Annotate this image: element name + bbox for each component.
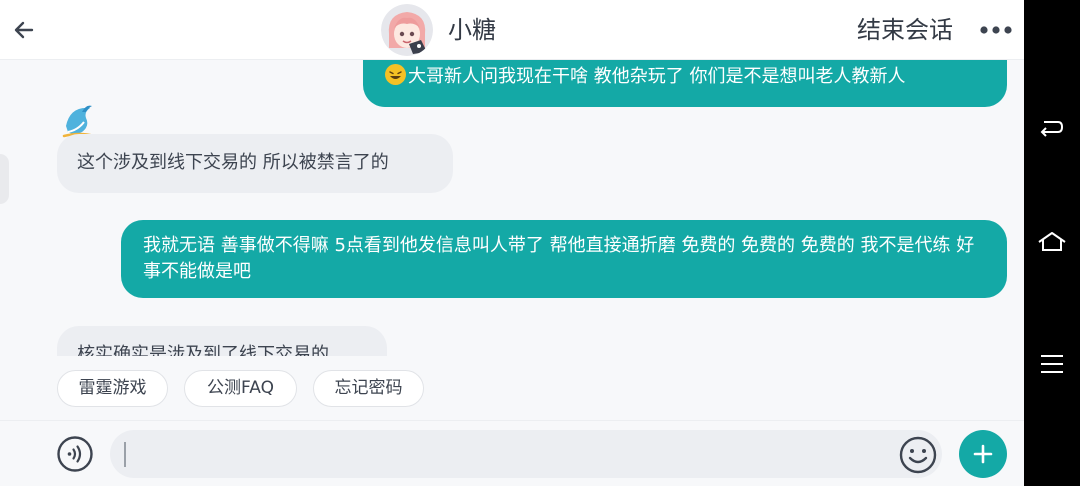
- message-list[interactable]: 大哥新人问我现在干啥 教他杂玩了 你们是不是想叫老人教新人 这个涉及到线下交易的…: [0, 60, 1024, 356]
- back-button[interactable]: [8, 14, 40, 46]
- emoji-button[interactable]: [898, 435, 938, 475]
- message-bubble-incoming[interactable]: 核实确实是涉及到了线下交易的: [57, 326, 387, 356]
- chat-header: 小糖 结束会话: [0, 0, 1024, 60]
- message-bubble-outgoing[interactable]: 大哥新人问我现在干啥 教他杂玩了 你们是不是想叫老人教新人: [363, 60, 1007, 107]
- message-text: 我就无语 善事做不得嘛 5点看到他发信息叫人带了 帮他直接通折磨 免费的 免费的…: [143, 235, 975, 282]
- arrow-left-icon: [14, 21, 34, 39]
- quick-reply-chip[interactable]: 忘记密码: [313, 370, 424, 407]
- nav-back-icon: [1040, 121, 1064, 137]
- nav-menu-button[interactable]: [1036, 348, 1068, 380]
- text-caret: [124, 442, 126, 467]
- attach-plus-button[interactable]: [959, 430, 1007, 478]
- smiley-icon: [899, 436, 937, 474]
- quick-reply-bar: 雷霆游戏 公测FAQ 忘记密码: [0, 356, 1024, 420]
- system-nav-bar: [1024, 0, 1080, 486]
- rofl-emoji-icon: [385, 64, 406, 85]
- nav-home-button[interactable]: [1036, 226, 1068, 258]
- message-input[interactable]: [110, 430, 942, 478]
- message-text: 这个涉及到线下交易的 所以被禁言了的: [77, 152, 389, 173]
- quick-reply-chip[interactable]: 公测FAQ: [184, 370, 297, 407]
- voice-wave-icon: [57, 436, 93, 472]
- nav-home-icon: [1038, 232, 1066, 251]
- agent-avatar[interactable]: [381, 4, 433, 56]
- chat-app: 小糖 结束会话 大哥新人问我现在干啥 教他杂玩了 你们是不是想叫老人教新人 这个…: [0, 0, 1024, 486]
- agent-name: 小糖: [448, 16, 496, 44]
- end-chat-button[interactable]: 结束会话: [857, 14, 953, 46]
- voice-input-button[interactable]: [56, 435, 94, 473]
- anime-girl-avatar-icon: [381, 4, 433, 56]
- message-bubble-outgoing[interactable]: 我就无语 善事做不得嘛 5点看到他发信息叫人带了 帮他直接通折磨 免费的 免费的…: [121, 220, 1007, 298]
- message-text: 大哥新人问我现在干啥 教他杂玩了 你们是不是想叫老人教新人: [408, 66, 906, 87]
- input-bar: [0, 420, 1024, 486]
- nav-menu-icon: [1041, 355, 1063, 373]
- message-text: 核实确实是涉及到了线下交易的: [77, 344, 329, 356]
- more-button[interactable]: [978, 18, 1014, 42]
- quick-reply-chip[interactable]: 雷霆游戏: [57, 370, 168, 407]
- more-dots-icon: [980, 26, 1012, 34]
- plus-icon: [973, 444, 993, 464]
- nav-back-button[interactable]: [1036, 112, 1068, 144]
- side-drawer-handle[interactable]: [0, 154, 9, 204]
- message-bubble-incoming[interactable]: 这个涉及到线下交易的 所以被禁言了的: [57, 134, 453, 193]
